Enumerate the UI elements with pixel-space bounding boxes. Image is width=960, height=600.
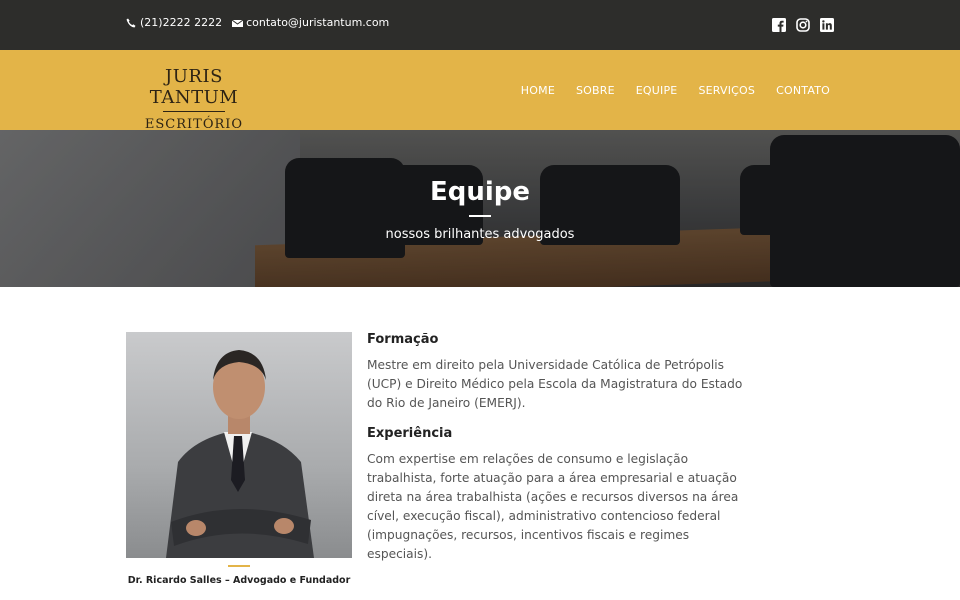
title-divider: [469, 215, 491, 217]
contact-info: (21)2222 2222 contato@juristantum.com: [126, 16, 389, 29]
email-contact[interactable]: contato@juristantum.com: [231, 16, 390, 29]
nav-contato[interactable]: CONTATO: [776, 84, 830, 97]
nav-equipe[interactable]: EQUIPE: [636, 84, 678, 97]
team-section: Dr. Ricardo Salles – Advogado e Fundador…: [0, 287, 960, 600]
top-bar: (21)2222 2222 contato@juristantum.com: [0, 0, 960, 50]
facebook-icon[interactable]: [772, 17, 786, 32]
experiencia-text: Com expertise em relações de consumo e l…: [367, 452, 739, 561]
hero-banner: Equipe nossos brilhantes advogados: [0, 130, 960, 287]
phone-contact[interactable]: (21)2222 2222: [126, 16, 222, 29]
site-logo[interactable]: JURIS TANTUM ESCRITÓRIO: [132, 66, 256, 132]
logo-title: JURIS TANTUM: [149, 66, 239, 108]
profile-caption: Dr. Ricardo Salles – Advogado e Fundador: [127, 575, 351, 586]
nav-sobre[interactable]: SOBRE: [576, 84, 615, 97]
nav-home[interactable]: HOME: [521, 84, 555, 97]
site-header: JURIS TANTUM ESCRITÓRIO HOME SOBRE EQUIP…: [0, 50, 960, 132]
linkedin-icon[interactable]: [820, 17, 834, 32]
phone-number: (21)2222 2222: [140, 16, 223, 29]
hero-overlay: [0, 130, 960, 287]
caption-divider: [228, 565, 250, 567]
page-title: Equipe: [429, 177, 531, 207]
formacao-heading: Formação: [367, 332, 439, 347]
main-nav: HOME SOBRE EQUIPE SERVIÇOS CONTATO: [521, 84, 830, 97]
email-address: contato@juristantum.com: [246, 16, 390, 29]
page-subtitle: nossos brilhantes advogados: [385, 227, 575, 242]
phone-icon: [126, 18, 136, 28]
profile-photo: [126, 332, 352, 558]
formacao-text: Mestre em direito pela Universidade Cató…: [367, 358, 743, 410]
experiencia-heading: Experiência: [367, 426, 453, 441]
logo-divider: [163, 111, 225, 112]
social-links: [772, 17, 834, 32]
mail-icon: [231, 18, 244, 28]
instagram-icon[interactable]: [796, 17, 810, 32]
profile-info: Formação Mestre em direito pela Universi…: [367, 332, 747, 577]
nav-servicos[interactable]: SERVIÇOS: [698, 84, 755, 97]
